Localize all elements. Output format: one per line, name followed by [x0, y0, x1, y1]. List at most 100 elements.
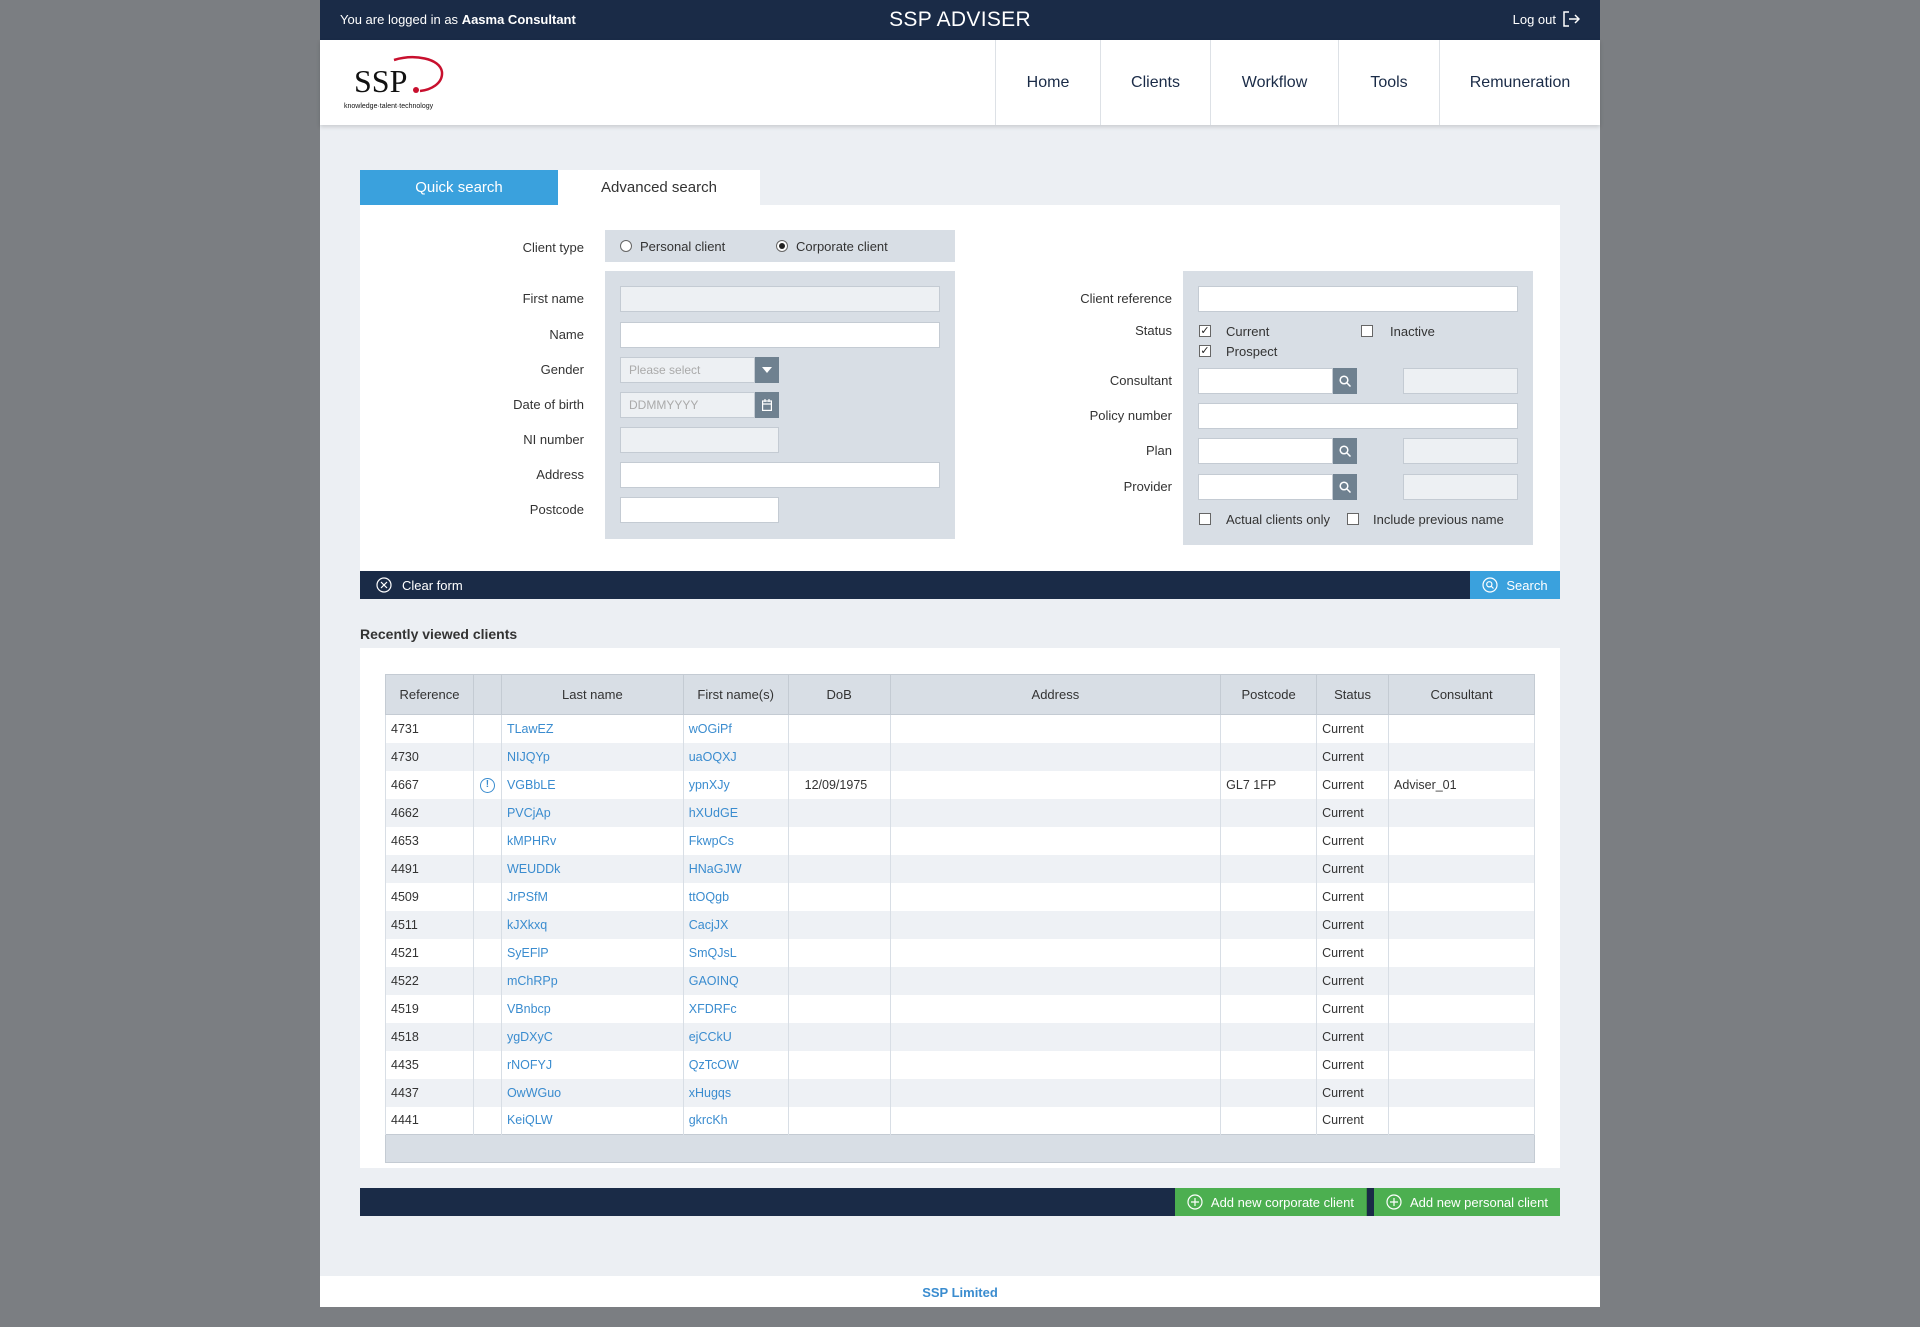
first-name-link[interactable]: SmQJsL — [689, 946, 737, 960]
provider-input[interactable] — [1198, 474, 1333, 500]
table-row[interactable]: 4511 kJXkxq CacjJX Current — [385, 910, 1535, 939]
search-button[interactable]: Search — [1470, 571, 1560, 599]
last-name-link[interactable]: ygDXyC — [507, 1030, 553, 1044]
table-row[interactable]: 4667! VGBbLE ypnXJy 12/09/1975 GL7 1FP Curren… — [385, 770, 1535, 799]
table-row[interactable]: 4437 OwWGuo xHugqs Current — [385, 1078, 1535, 1107]
cell-first-names: SmQJsL — [682, 938, 789, 967]
first-name-link[interactable]: XFDRFc — [689, 1002, 737, 1016]
cell-first-names: gkrcKh — [682, 1106, 789, 1135]
col-consultant[interactable]: Consultant — [1388, 674, 1535, 715]
first-name-link[interactable]: HNaGJW — [689, 862, 742, 876]
last-name-link[interactable]: kJXkxq — [507, 918, 547, 932]
first-name-link[interactable]: ejCCkU — [689, 1030, 732, 1044]
last-name-link[interactable]: VGBbLE — [507, 778, 556, 792]
last-name-link[interactable]: KeiQLW — [507, 1113, 553, 1127]
nav-remuneration[interactable]: Remuneration — [1439, 40, 1600, 125]
status-prospect-checkbox[interactable]: ✓ — [1199, 345, 1211, 357]
provider-search-button[interactable] — [1333, 474, 1357, 500]
consultant-search-button[interactable] — [1333, 368, 1357, 394]
first-name-link[interactable]: CacjJX — [689, 918, 729, 932]
first-name-link[interactable]: uaOQXJ — [689, 750, 737, 764]
ssp-logo[interactable]: SSP knowledge·talent·technology — [344, 52, 454, 112]
status-inactive-checkbox[interactable] — [1361, 325, 1373, 337]
last-name-link[interactable]: kMPHRv — [507, 834, 556, 848]
table-row[interactable]: 4653 kMPHRv FkwpCs Current — [385, 826, 1535, 855]
first-name-link[interactable]: QzTcOW — [689, 1058, 739, 1072]
policy-number-input[interactable] — [1198, 403, 1518, 429]
postcode-input[interactable] — [620, 497, 779, 523]
last-name-link[interactable]: NIJQYp — [507, 750, 550, 764]
add-personal-client-button[interactable]: Add new personal client — [1373, 1188, 1560, 1216]
tab-advanced-search[interactable]: Advanced search — [558, 170, 760, 205]
first-name-link[interactable]: xHugqs — [689, 1086, 731, 1100]
plus-circle-icon — [1187, 1194, 1203, 1210]
status-inactive-label: Inactive — [1390, 324, 1435, 339]
table-row[interactable]: 4731 TLawEZ wOGiPf Current — [385, 714, 1535, 743]
tab-quick-search[interactable]: Quick search — [360, 170, 558, 205]
dob-input[interactable]: DDMMYYYY — [620, 392, 755, 418]
nav-home[interactable]: Home — [995, 40, 1100, 125]
status-current-checkbox[interactable]: ✓ — [1199, 325, 1211, 337]
table-row[interactable]: 4435 rNOFYJ QzTcOW Current — [385, 1050, 1535, 1079]
last-name-link[interactable]: WEUDDk — [507, 862, 560, 876]
last-name-link[interactable]: TLawEZ — [507, 722, 554, 736]
first-name-link[interactable]: gkrcKh — [689, 1113, 728, 1127]
first-name-input[interactable] — [620, 286, 940, 312]
gender-select[interactable]: Please select — [620, 357, 755, 383]
first-name-link[interactable]: wOGiPf — [689, 722, 732, 736]
first-name-link[interactable]: GAOINQ — [689, 974, 739, 988]
table-row[interactable]: 4522 mChRPp GAOINQ Current — [385, 966, 1535, 995]
col-dob[interactable]: DoB — [787, 674, 891, 715]
include-previous-name-checkbox[interactable] — [1347, 513, 1359, 525]
col-first-names[interactable]: First name(s) — [682, 674, 789, 715]
nav-clients[interactable]: Clients — [1100, 40, 1210, 125]
client-reference-input[interactable] — [1198, 286, 1518, 312]
first-name-link[interactable]: hXUdGE — [689, 806, 738, 820]
footer-link[interactable]: SSP Limited — [922, 1285, 998, 1300]
table-row[interactable]: 4491 WEUDDk HNaGJW Current — [385, 854, 1535, 883]
logout-button[interactable]: Log out — [1513, 11, 1580, 27]
first-name-link[interactable]: ttOQgb — [689, 890, 729, 904]
alert-icon[interactable]: ! — [479, 778, 495, 793]
last-name-link[interactable]: SyEFlP — [507, 946, 549, 960]
cell-status: Current — [1316, 770, 1390, 799]
plan-search-button[interactable] — [1333, 438, 1357, 464]
cell-consultant — [1388, 798, 1535, 827]
col-last-name[interactable]: Last name — [500, 674, 684, 715]
table-row[interactable]: 4521 SyEFlP SmQJsL Current — [385, 938, 1535, 967]
table-row[interactable]: 4441 KeiQLW gkrcKh Current — [385, 1106, 1535, 1135]
table-row[interactable]: 4519 VBnbcp XFDRFc Current — [385, 994, 1535, 1023]
col-status[interactable]: Status — [1316, 674, 1390, 715]
cell-consultant — [1388, 826, 1535, 855]
col-address[interactable]: Address — [889, 674, 1222, 715]
last-name-link[interactable]: JrPSfM — [507, 890, 548, 904]
nav-tools[interactable]: Tools — [1338, 40, 1439, 125]
dob-calendar-button[interactable] — [755, 392, 779, 418]
table-row[interactable]: 4662 PVCjAp hXUdGE Current — [385, 798, 1535, 827]
table-row[interactable]: 4509 JrPSfM ttOQgb Current — [385, 882, 1535, 911]
name-input[interactable] — [620, 322, 940, 348]
col-postcode[interactable]: Postcode — [1220, 674, 1318, 715]
consultant-input[interactable] — [1198, 368, 1333, 394]
col-reference[interactable]: Reference — [385, 674, 474, 715]
address-input[interactable] — [620, 462, 940, 488]
last-name-link[interactable]: PVCjAp — [507, 806, 551, 820]
add-corporate-client-button[interactable]: Add new corporate client — [1174, 1188, 1367, 1216]
radio-personal-client[interactable] — [620, 240, 632, 252]
ni-number-input[interactable] — [620, 427, 779, 453]
radio-corporate-client[interactable] — [776, 240, 788, 252]
last-name-link[interactable]: OwWGuo — [507, 1086, 561, 1100]
nav-workflow[interactable]: Workflow — [1210, 40, 1338, 125]
first-name-link[interactable]: ypnXJy — [689, 778, 730, 792]
first-name-link[interactable]: FkwpCs — [689, 834, 734, 848]
cell-consultant — [1388, 1050, 1535, 1079]
table-row[interactable]: 4518 ygDXyC ejCCkU Current — [385, 1022, 1535, 1051]
last-name-link[interactable]: VBnbcp — [507, 1002, 551, 1016]
table-row[interactable]: 4730 NIJQYp uaOQXJ Current — [385, 742, 1535, 771]
plan-input[interactable] — [1198, 438, 1333, 464]
last-name-link[interactable]: rNOFYJ — [507, 1058, 552, 1072]
actual-clients-checkbox[interactable] — [1199, 513, 1211, 525]
last-name-link[interactable]: mChRPp — [507, 974, 558, 988]
gender-dropdown-button[interactable] — [755, 357, 779, 383]
clear-form-button[interactable]: Clear form — [376, 577, 463, 593]
